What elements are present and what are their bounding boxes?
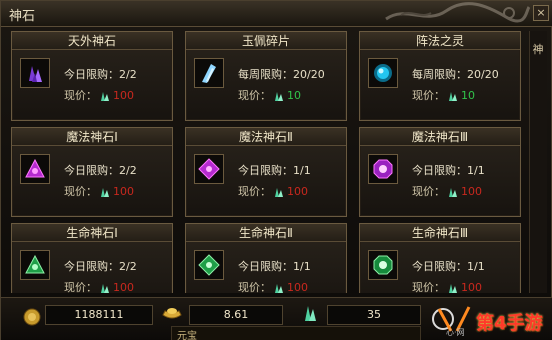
purchase-limit: 每周限购：20/20	[238, 68, 325, 81]
price-value: 100	[287, 185, 308, 198]
purchase-limit: 今日限购：1/1	[238, 164, 311, 177]
price-value: 100	[461, 281, 482, 293]
item-name: 阵法之灵	[360, 32, 520, 50]
ingot-amount-field: 8.61	[189, 305, 283, 325]
price-label: 现价：	[412, 281, 445, 293]
crystal-mini-icon	[271, 185, 287, 198]
blue-shard-icon[interactable]	[194, 58, 224, 88]
purchase-limit: 今日限购：1/1	[412, 260, 485, 273]
magenta-triangle-icon[interactable]	[20, 154, 50, 184]
gold-amount-field: 1188111	[45, 305, 153, 325]
price-value: 100	[113, 89, 134, 102]
crystal-mini-icon	[445, 89, 461, 102]
item-name: 生命神石Ⅱ	[186, 224, 346, 242]
price-label: 现价：	[412, 89, 445, 102]
price-row: 现价： 10	[412, 87, 475, 103]
crystal-currency-icon	[305, 306, 316, 321]
crystal-mini-icon	[271, 89, 287, 102]
crystal-mini-icon	[97, 89, 113, 102]
price-value: 100	[113, 281, 134, 293]
dragon-ornament-icon	[385, 2, 531, 23]
price-value: 10	[461, 89, 475, 102]
watermark-text: 第4手游	[476, 313, 543, 334]
item-card[interactable]: 魔法神石Ⅱ 今日限购：1/1 现价： 100	[185, 127, 347, 217]
crystal-mini-icon	[97, 281, 113, 293]
price-value: 100	[461, 185, 482, 198]
item-name: 天外神石	[12, 32, 172, 50]
crystal-mini-icon	[271, 281, 287, 293]
price-row: 现价： 100	[238, 183, 308, 199]
price-row: 现价： 100	[64, 87, 134, 103]
item-card[interactable]: 天外神石今日限购：2/2 现价： 100	[11, 31, 173, 121]
yuanbao-label: 元宝	[177, 331, 197, 340]
item-name: 生命神石Ⅰ	[12, 224, 172, 242]
purchase-limit: 今日限购：2/2	[64, 260, 137, 273]
side-tab-label[interactable]: 神	[529, 43, 547, 57]
item-card[interactable]: 魔法神石Ⅰ 今日限购：2/2 现价： 100	[11, 127, 173, 217]
price-value: 10	[287, 89, 301, 102]
price-row: 现价： 100	[412, 279, 482, 293]
window-title: 神石	[9, 9, 36, 24]
price-row: 现价： 100	[412, 183, 482, 199]
price-label: 现价：	[238, 89, 271, 102]
item-card[interactable]: 生命神石Ⅱ 今日限购：1/1 现价： 100	[185, 223, 347, 293]
watermark-subtext: 心·网	[446, 328, 465, 337]
price-label: 现价：	[238, 185, 271, 198]
price-row: 现价： 10	[238, 87, 301, 103]
purchase-limit: 今日限购：1/1	[238, 260, 311, 273]
price-label: 现价：	[238, 281, 271, 293]
purchase-limit: 今日限购：2/2	[64, 164, 137, 177]
title-bar[interactable]: 神石 ×	[1, 1, 552, 27]
price-row: 现价： 100	[64, 183, 134, 199]
purchase-limit: 今日限购：1/1	[412, 164, 485, 177]
item-name: 生命神石Ⅲ	[360, 224, 520, 242]
close-button[interactable]: ×	[533, 5, 549, 21]
scrollbar[interactable]	[529, 31, 547, 293]
item-name: 玉佩碎片	[186, 32, 346, 50]
price-value: 100	[113, 185, 134, 198]
item-name: 魔法神石Ⅲ	[360, 128, 520, 146]
gold-coin-icon	[23, 308, 41, 326]
shop-window: 神石 × 天外神石今日限购：2/2 现价： 100 玉佩碎片每周限购：20/20 现价：…	[0, 0, 552, 340]
item-name: 魔法神石Ⅰ	[12, 128, 172, 146]
item-card[interactable]: 魔法神石Ⅲ 今日限购：1/1 现价： 100	[359, 127, 521, 217]
purple-crystal-icon[interactable]	[20, 58, 50, 88]
crystal-mini-icon	[97, 185, 113, 198]
price-label: 现价：	[64, 185, 97, 198]
crystal-mini-icon	[445, 185, 461, 198]
cyan-orb-icon[interactable]	[368, 58, 398, 88]
item-card[interactable]: 生命神石Ⅰ 今日限购：2/2 现价： 100	[11, 223, 173, 293]
item-card[interactable]: 玉佩碎片每周限购：20/20 现价： 10	[185, 31, 347, 121]
item-name: 魔法神石Ⅱ	[186, 128, 346, 146]
yuanbao-bar	[171, 326, 421, 340]
ingot-icon	[162, 308, 182, 319]
green-diamond-icon[interactable]	[194, 250, 224, 280]
item-card[interactable]: 阵法之灵每周限购：20/20 现价： 10	[359, 31, 521, 121]
price-row: 现价： 100	[64, 279, 134, 293]
green-triangle-icon[interactable]	[20, 250, 50, 280]
crystal-mini-icon	[445, 281, 461, 293]
crystal-amount-field: 35	[327, 305, 421, 325]
price-row: 现价： 100	[238, 279, 308, 293]
green-octagon-icon[interactable]	[368, 250, 398, 280]
price-label: 现价：	[412, 185, 445, 198]
magenta-diamond-icon[interactable]	[194, 154, 224, 184]
magenta-octagon-icon[interactable]	[368, 154, 398, 184]
item-card[interactable]: 生命神石Ⅲ 今日限购：1/1 现价： 100	[359, 223, 521, 293]
item-grid: 天外神石 今日限购：2/2 现价： 100 玉佩碎片 每周限购：20/20 现价： 10 阵法之…	[11, 31, 521, 293]
purchase-limit: 每周限购：20/20	[412, 68, 499, 81]
price-value: 100	[287, 281, 308, 293]
price-label: 现价：	[64, 89, 97, 102]
purchase-limit: 今日限购：2/2	[64, 68, 137, 81]
price-label: 现价：	[64, 281, 97, 293]
